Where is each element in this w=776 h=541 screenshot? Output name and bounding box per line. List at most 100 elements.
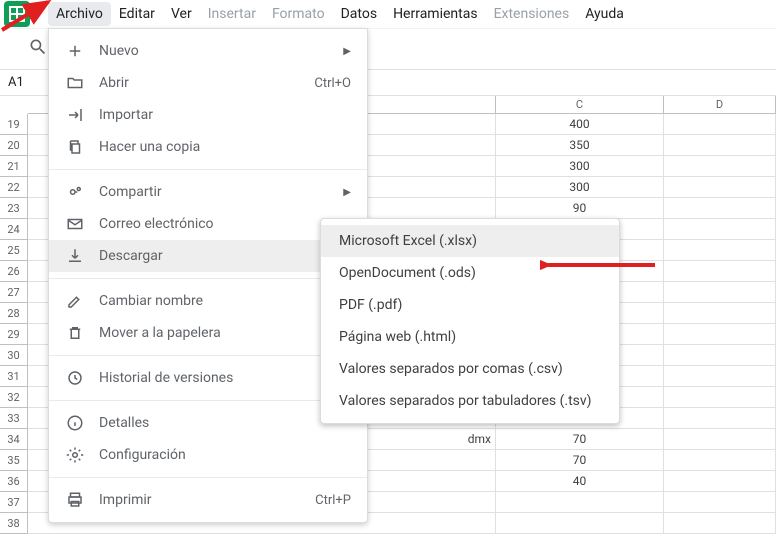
cell[interactable]: 70 <box>496 429 664 450</box>
cell[interactable] <box>664 114 776 135</box>
cell[interactable] <box>664 513 776 534</box>
download-option[interactable]: Página web (.html) <box>321 321 619 353</box>
gear-icon <box>65 445 85 465</box>
cell[interactable] <box>664 156 776 177</box>
menu-item-label: Detalles <box>99 415 351 431</box>
cell[interactable] <box>664 408 776 429</box>
row-headers: 1920212223242526272829303132333435363738 <box>0 114 28 534</box>
col-header-C[interactable]: C <box>496 96 664 113</box>
cell[interactable]: 90 <box>496 198 664 219</box>
row-header[interactable]: 25 <box>0 240 28 261</box>
row-header[interactable]: 21 <box>0 156 28 177</box>
cell[interactable]: 400 <box>496 114 664 135</box>
row-header[interactable]: 19 <box>0 114 28 135</box>
cell[interactable] <box>664 366 776 387</box>
row-header[interactable]: 27 <box>0 282 28 303</box>
chevron-right-icon: ▶ <box>343 187 351 198</box>
cell[interactable] <box>664 471 776 492</box>
row-header[interactable]: 32 <box>0 387 28 408</box>
menu-ver[interactable]: Ver <box>163 2 200 26</box>
cell[interactable] <box>496 492 664 513</box>
row-header[interactable]: 23 <box>0 198 28 219</box>
row-header[interactable]: 20 <box>0 135 28 156</box>
download-option[interactable]: PDF (.pdf) <box>321 289 619 321</box>
menu-datos[interactable]: Datos <box>333 2 385 26</box>
menu-formato: Formato <box>264 2 333 26</box>
file-menu-import[interactable]: Importar <box>49 99 367 131</box>
row-header[interactable]: 29 <box>0 324 28 345</box>
menu-herramientas[interactable]: Herramientas <box>385 2 486 26</box>
row-header[interactable]: 33 <box>0 408 28 429</box>
cell[interactable] <box>664 387 776 408</box>
chevron-right-icon: ▶ <box>343 46 351 57</box>
file-menu-new[interactable]: Nuevo ▶ <box>49 35 367 67</box>
share-icon <box>65 182 85 202</box>
cell[interactable] <box>664 324 776 345</box>
cell[interactable] <box>664 261 776 282</box>
menu-ayuda[interactable]: Ayuda <box>577 2 632 26</box>
cell[interactable] <box>664 282 776 303</box>
file-menu-settings[interactable]: Configuración <box>49 439 367 471</box>
menu-separator <box>49 477 367 478</box>
menu-item-label: Hacer una copia <box>99 139 351 155</box>
row-header[interactable]: 31 <box>0 366 28 387</box>
rename-icon <box>65 291 85 311</box>
trash-icon <box>65 323 85 343</box>
menu-shortcut: Ctrl+O <box>314 76 351 91</box>
file-menu-print[interactable]: ImprimirCtrl+P <box>49 484 367 516</box>
cell[interactable]: 70 <box>496 450 664 471</box>
row-header[interactable]: 38 <box>0 513 28 534</box>
row-header[interactable]: 36 <box>0 471 28 492</box>
menu-item-label: Descargar <box>99 248 335 264</box>
row-header[interactable]: 37 <box>0 492 28 513</box>
plus-icon <box>65 41 85 61</box>
row-header[interactable]: 30 <box>0 345 28 366</box>
menu-archivo[interactable]: Archivo <box>48 2 111 26</box>
download-icon <box>65 246 85 266</box>
menu-item-label: Nuevo <box>99 43 335 59</box>
file-menu-copy[interactable]: Hacer una copia <box>49 131 367 163</box>
menu-item-label: Cambiar nombre <box>99 293 351 309</box>
cell[interactable] <box>664 198 776 219</box>
cell[interactable] <box>496 513 664 534</box>
menu-item-label: Abrir <box>99 75 314 91</box>
file-menu-open[interactable]: AbrirCtrl+O <box>49 67 367 99</box>
row-header[interactable]: 22 <box>0 177 28 198</box>
name-box[interactable]: A1 <box>0 75 46 90</box>
menu-item-label: Imprimir <box>99 492 315 508</box>
cell[interactable] <box>664 219 776 240</box>
download-option[interactable]: Microsoft Excel (.xlsx) <box>321 225 619 257</box>
cell[interactable] <box>664 429 776 450</box>
menu-item-label: Mover a la papelera <box>99 325 351 341</box>
cell[interactable] <box>664 303 776 324</box>
cell[interactable] <box>664 135 776 156</box>
file-menu-share[interactable]: Compartir▶ <box>49 176 367 208</box>
row-header[interactable]: 26 <box>0 261 28 282</box>
cell[interactable] <box>664 345 776 366</box>
search-icon[interactable] <box>28 37 48 61</box>
col-header-D[interactable]: D <box>664 96 776 113</box>
cell[interactable] <box>664 450 776 471</box>
menubar: ArchivoEditarVerInsertarFormatoDatosHerr… <box>0 0 776 28</box>
row-header[interactable]: 24 <box>0 219 28 240</box>
cell[interactable] <box>664 177 776 198</box>
row-header[interactable]: 35 <box>0 450 28 471</box>
download-option[interactable]: Valores separados por comas (.csv) <box>321 353 619 385</box>
cell[interactable]: 300 <box>496 156 664 177</box>
menu-separator <box>49 169 367 170</box>
row-header[interactable]: 28 <box>0 303 28 324</box>
cell[interactable]: 40 <box>496 471 664 492</box>
import-icon <box>65 105 85 125</box>
mail-icon <box>65 214 85 234</box>
cell[interactable]: 300 <box>496 177 664 198</box>
cell[interactable] <box>664 492 776 513</box>
folder-icon <box>65 73 85 93</box>
sheets-logo-icon[interactable] <box>4 1 30 27</box>
cell[interactable] <box>664 240 776 261</box>
menu-editar[interactable]: Editar <box>111 2 163 26</box>
copy-icon <box>65 137 85 157</box>
cell[interactable]: 350 <box>496 135 664 156</box>
download-option[interactable]: OpenDocument (.ods) <box>321 257 619 289</box>
download-option[interactable]: Valores separados por tabuladores (.tsv) <box>321 385 619 417</box>
row-header[interactable]: 34 <box>0 429 28 450</box>
